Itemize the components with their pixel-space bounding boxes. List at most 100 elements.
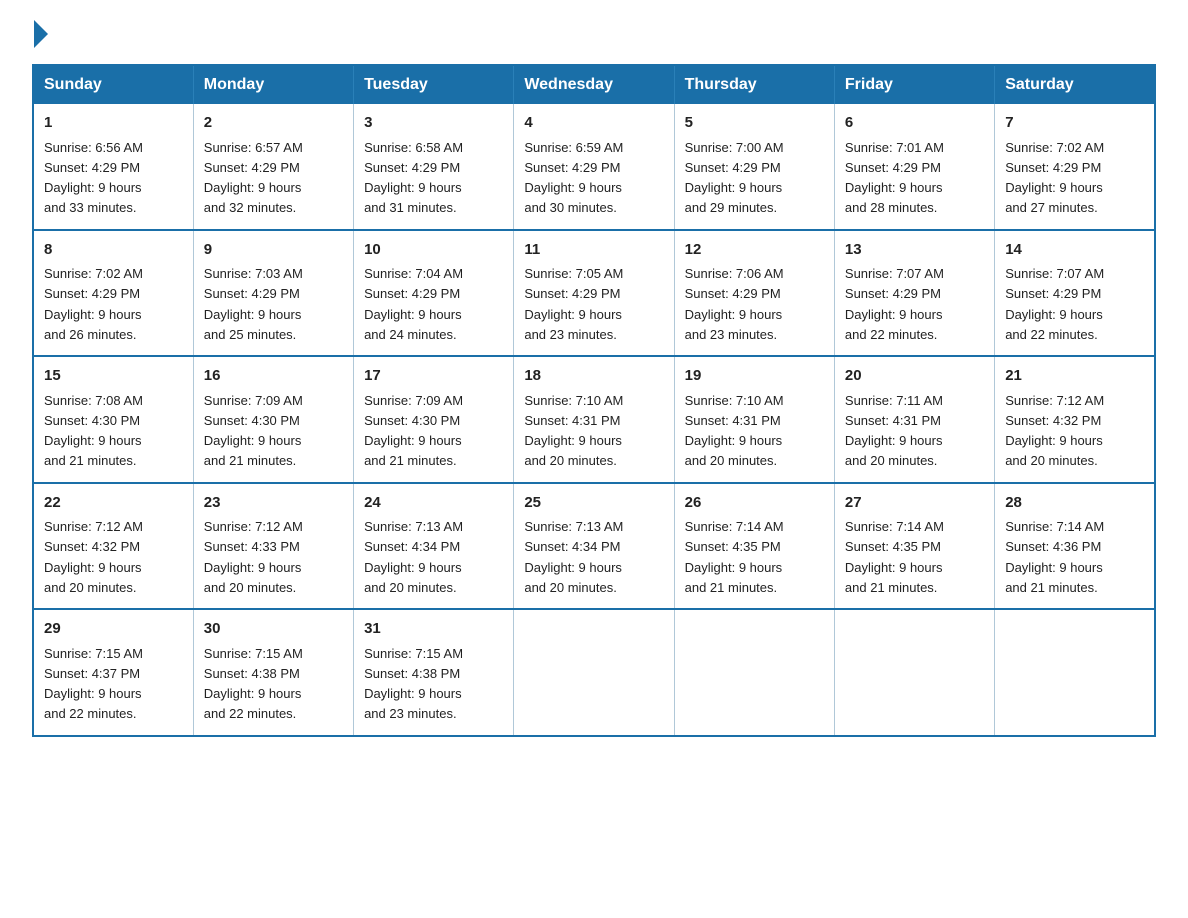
- calendar-cell: 20 Sunrise: 7:11 AMSunset: 4:31 PMDaylig…: [834, 356, 994, 483]
- day-number: 30: [204, 618, 343, 641]
- calendar-cell: [514, 609, 674, 736]
- day-number: 31: [364, 618, 503, 641]
- day-info: Sunrise: 6:56 AMSunset: 4:29 PMDaylight:…: [44, 140, 143, 216]
- day-info: Sunrise: 6:57 AMSunset: 4:29 PMDaylight:…: [204, 140, 303, 216]
- day-number: 29: [44, 618, 183, 641]
- day-number: 15: [44, 365, 183, 388]
- day-number: 12: [685, 239, 824, 262]
- day-number: 5: [685, 112, 824, 135]
- calendar-cell: 24 Sunrise: 7:13 AMSunset: 4:34 PMDaylig…: [354, 483, 514, 610]
- day-info: Sunrise: 7:13 AMSunset: 4:34 PMDaylight:…: [364, 519, 463, 595]
- calendar-week-row: 1 Sunrise: 6:56 AMSunset: 4:29 PMDayligh…: [33, 104, 1155, 230]
- day-number: 17: [364, 365, 503, 388]
- calendar-cell: 16 Sunrise: 7:09 AMSunset: 4:30 PMDaylig…: [193, 356, 353, 483]
- day-number: 10: [364, 239, 503, 262]
- day-info: Sunrise: 7:13 AMSunset: 4:34 PMDaylight:…: [524, 519, 623, 595]
- calendar-week-row: 29 Sunrise: 7:15 AMSunset: 4:37 PMDaylig…: [33, 609, 1155, 736]
- calendar-cell: 25 Sunrise: 7:13 AMSunset: 4:34 PMDaylig…: [514, 483, 674, 610]
- page-header: [32, 24, 1156, 44]
- day-number: 3: [364, 112, 503, 135]
- calendar-cell: 13 Sunrise: 7:07 AMSunset: 4:29 PMDaylig…: [834, 230, 994, 357]
- day-info: Sunrise: 7:09 AMSunset: 4:30 PMDaylight:…: [364, 393, 463, 469]
- day-info: Sunrise: 7:14 AMSunset: 4:36 PMDaylight:…: [1005, 519, 1104, 595]
- day-info: Sunrise: 7:15 AMSunset: 4:38 PMDaylight:…: [364, 646, 463, 722]
- calendar-cell: 11 Sunrise: 7:05 AMSunset: 4:29 PMDaylig…: [514, 230, 674, 357]
- calendar-week-row: 15 Sunrise: 7:08 AMSunset: 4:30 PMDaylig…: [33, 356, 1155, 483]
- calendar-cell: 22 Sunrise: 7:12 AMSunset: 4:32 PMDaylig…: [33, 483, 193, 610]
- day-header-thursday: Thursday: [674, 65, 834, 104]
- day-info: Sunrise: 7:02 AMSunset: 4:29 PMDaylight:…: [44, 266, 143, 342]
- day-number: 1: [44, 112, 183, 135]
- calendar-cell: 17 Sunrise: 7:09 AMSunset: 4:30 PMDaylig…: [354, 356, 514, 483]
- day-number: 28: [1005, 492, 1144, 515]
- calendar-cell: 27 Sunrise: 7:14 AMSunset: 4:35 PMDaylig…: [834, 483, 994, 610]
- calendar-cell: [834, 609, 994, 736]
- day-number: 18: [524, 365, 663, 388]
- day-info: Sunrise: 6:59 AMSunset: 4:29 PMDaylight:…: [524, 140, 623, 216]
- day-number: 27: [845, 492, 984, 515]
- day-info: Sunrise: 7:03 AMSunset: 4:29 PMDaylight:…: [204, 266, 303, 342]
- day-header-saturday: Saturday: [995, 65, 1155, 104]
- day-info: Sunrise: 7:10 AMSunset: 4:31 PMDaylight:…: [524, 393, 623, 469]
- calendar-cell: 18 Sunrise: 7:10 AMSunset: 4:31 PMDaylig…: [514, 356, 674, 483]
- day-header-sunday: Sunday: [33, 65, 193, 104]
- day-info: Sunrise: 6:58 AMSunset: 4:29 PMDaylight:…: [364, 140, 463, 216]
- day-info: Sunrise: 7:08 AMSunset: 4:30 PMDaylight:…: [44, 393, 143, 469]
- calendar-cell: [995, 609, 1155, 736]
- calendar-cell: 21 Sunrise: 7:12 AMSunset: 4:32 PMDaylig…: [995, 356, 1155, 483]
- day-number: 6: [845, 112, 984, 135]
- day-number: 24: [364, 492, 503, 515]
- day-number: 13: [845, 239, 984, 262]
- day-header-tuesday: Tuesday: [354, 65, 514, 104]
- day-info: Sunrise: 7:10 AMSunset: 4:31 PMDaylight:…: [685, 393, 784, 469]
- day-number: 8: [44, 239, 183, 262]
- calendar-cell: [674, 609, 834, 736]
- day-number: 9: [204, 239, 343, 262]
- day-info: Sunrise: 7:06 AMSunset: 4:29 PMDaylight:…: [685, 266, 784, 342]
- day-info: Sunrise: 7:01 AMSunset: 4:29 PMDaylight:…: [845, 140, 944, 216]
- day-info: Sunrise: 7:15 AMSunset: 4:38 PMDaylight:…: [204, 646, 303, 722]
- day-info: Sunrise: 7:12 AMSunset: 4:33 PMDaylight:…: [204, 519, 303, 595]
- calendar-cell: 2 Sunrise: 6:57 AMSunset: 4:29 PMDayligh…: [193, 104, 353, 230]
- calendar-cell: 19 Sunrise: 7:10 AMSunset: 4:31 PMDaylig…: [674, 356, 834, 483]
- calendar-cell: 3 Sunrise: 6:58 AMSunset: 4:29 PMDayligh…: [354, 104, 514, 230]
- day-number: 14: [1005, 239, 1144, 262]
- day-info: Sunrise: 7:14 AMSunset: 4:35 PMDaylight:…: [845, 519, 944, 595]
- calendar-cell: 8 Sunrise: 7:02 AMSunset: 4:29 PMDayligh…: [33, 230, 193, 357]
- calendar-cell: 4 Sunrise: 6:59 AMSunset: 4:29 PMDayligh…: [514, 104, 674, 230]
- calendar-week-row: 8 Sunrise: 7:02 AMSunset: 4:29 PMDayligh…: [33, 230, 1155, 357]
- day-number: 21: [1005, 365, 1144, 388]
- calendar-cell: 7 Sunrise: 7:02 AMSunset: 4:29 PMDayligh…: [995, 104, 1155, 230]
- day-number: 2: [204, 112, 343, 135]
- calendar-cell: 23 Sunrise: 7:12 AMSunset: 4:33 PMDaylig…: [193, 483, 353, 610]
- day-info: Sunrise: 7:14 AMSunset: 4:35 PMDaylight:…: [685, 519, 784, 595]
- calendar-cell: 31 Sunrise: 7:15 AMSunset: 4:38 PMDaylig…: [354, 609, 514, 736]
- day-number: 22: [44, 492, 183, 515]
- calendar-cell: 6 Sunrise: 7:01 AMSunset: 4:29 PMDayligh…: [834, 104, 994, 230]
- day-info: Sunrise: 7:11 AMSunset: 4:31 PMDaylight:…: [845, 393, 943, 469]
- calendar-cell: 15 Sunrise: 7:08 AMSunset: 4:30 PMDaylig…: [33, 356, 193, 483]
- calendar-cell: 14 Sunrise: 7:07 AMSunset: 4:29 PMDaylig…: [995, 230, 1155, 357]
- day-number: 20: [845, 365, 984, 388]
- day-info: Sunrise: 7:07 AMSunset: 4:29 PMDaylight:…: [845, 266, 944, 342]
- day-info: Sunrise: 7:12 AMSunset: 4:32 PMDaylight:…: [44, 519, 143, 595]
- day-info: Sunrise: 7:05 AMSunset: 4:29 PMDaylight:…: [524, 266, 623, 342]
- day-header-friday: Friday: [834, 65, 994, 104]
- day-number: 7: [1005, 112, 1144, 135]
- day-header-monday: Monday: [193, 65, 353, 104]
- calendar-cell: 12 Sunrise: 7:06 AMSunset: 4:29 PMDaylig…: [674, 230, 834, 357]
- logo-arrow-icon: [34, 20, 48, 48]
- day-number: 16: [204, 365, 343, 388]
- calendar-cell: 30 Sunrise: 7:15 AMSunset: 4:38 PMDaylig…: [193, 609, 353, 736]
- calendar-cell: 10 Sunrise: 7:04 AMSunset: 4:29 PMDaylig…: [354, 230, 514, 357]
- day-info: Sunrise: 7:07 AMSunset: 4:29 PMDaylight:…: [1005, 266, 1104, 342]
- calendar-table: SundayMondayTuesdayWednesdayThursdayFrid…: [32, 64, 1156, 737]
- day-number: 19: [685, 365, 824, 388]
- calendar-cell: 26 Sunrise: 7:14 AMSunset: 4:35 PMDaylig…: [674, 483, 834, 610]
- day-number: 25: [524, 492, 663, 515]
- day-header-wednesday: Wednesday: [514, 65, 674, 104]
- logo: [32, 24, 48, 44]
- day-info: Sunrise: 7:09 AMSunset: 4:30 PMDaylight:…: [204, 393, 303, 469]
- day-info: Sunrise: 7:00 AMSunset: 4:29 PMDaylight:…: [685, 140, 784, 216]
- day-number: 4: [524, 112, 663, 135]
